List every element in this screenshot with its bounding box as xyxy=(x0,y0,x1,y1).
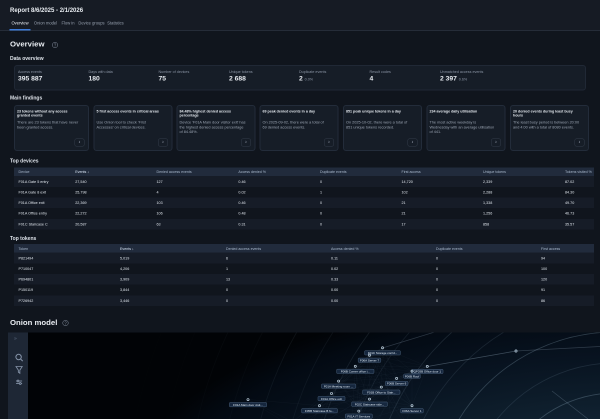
svg-text:F06A Server 1: F06A Server 1 xyxy=(402,409,422,413)
svg-text:F01B Office to Stair...: F01B Office to Stair... xyxy=(367,390,396,394)
svg-text:F02C Staircase side...: F02C Staircase side... xyxy=(355,402,385,406)
svg-text:F01A Meeting room ...: F01A Meeting room ... xyxy=(324,384,354,388)
svg-text:F06B Roof: F06B Roof xyxy=(405,374,420,378)
svg-text:F01A Main door visit...: F01A Main door visit... xyxy=(233,403,263,407)
svg-text:QF03B Office door 1: QF03B Office door 1 xyxy=(414,370,442,374)
svg-text:F01A IT Services: F01A IT Services xyxy=(347,414,370,418)
svg-text:F01C Storage corrid...: F01C Storage corrid... xyxy=(368,351,398,355)
svg-text:F06B Corner office i...: F06B Corner office i... xyxy=(341,370,370,374)
svg-text:F06A Server 7: F06A Server 7 xyxy=(360,359,380,363)
svg-text:F05B Staircase B fo...: F05B Staircase B fo... xyxy=(305,409,334,413)
svg-text:F01A Office exit: F01A Office exit xyxy=(321,397,342,401)
svg-text:F06B Server 6: F06B Server 6 xyxy=(387,382,407,386)
